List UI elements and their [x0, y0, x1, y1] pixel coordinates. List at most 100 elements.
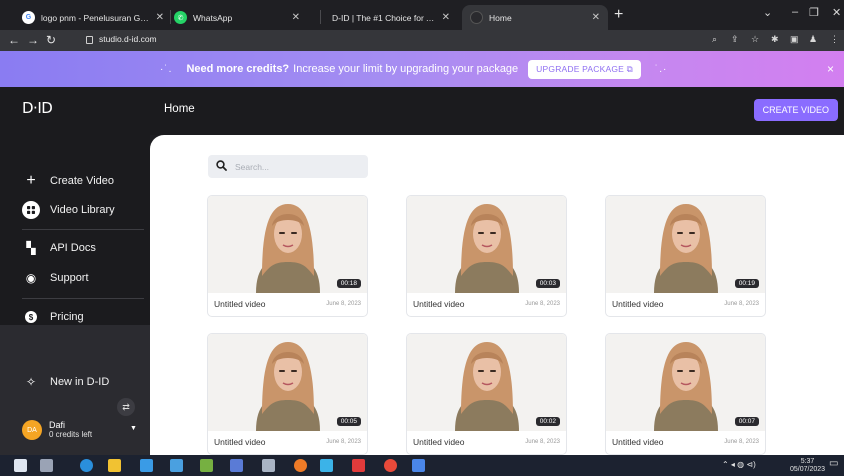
- windows-taskbar: ⌃ ◂ ◍ ⊲) 5:37 05/07/2023 ▭: [0, 455, 844, 476]
- sidebar-item-create-video[interactable]: + Create Video: [22, 172, 114, 190]
- app-icon[interactable]: [200, 459, 213, 472]
- tab-search-chevron-icon[interactable]: ⌄: [763, 6, 772, 19]
- sidebar-item-label: Support: [50, 272, 89, 284]
- bookmark-star-icon[interactable]: ☆: [751, 34, 759, 45]
- avatar: DA: [22, 420, 42, 440]
- banner-headline: Need more credits?: [186, 63, 290, 75]
- video-card[interactable]: 00:05 Untitled video June 8, 2023: [207, 333, 368, 455]
- system-tray-icons[interactable]: ⌃ ◂ ◍ ⊲): [722, 461, 756, 469]
- zoom-icon[interactable]: ⌕: [712, 34, 717, 45]
- app-icon[interactable]: [230, 459, 243, 472]
- video-thumbnail[interactable]: 00:18: [208, 196, 367, 293]
- search-box[interactable]: [208, 155, 368, 178]
- app-icon[interactable]: [412, 459, 425, 472]
- video-card[interactable]: 00:07 Untitled video June 8, 2023: [605, 333, 766, 455]
- windows-start-icon[interactable]: [14, 459, 27, 472]
- credits-left: 0 credits left: [49, 430, 93, 439]
- video-card[interactable]: 00:03 Untitled video June 8, 2023: [406, 195, 567, 317]
- chevron-down-icon[interactable]: ▼: [130, 425, 137, 432]
- close-tab-icon[interactable]: ✕: [292, 12, 300, 23]
- address-bar: ← → ↻ studio.d-id.com ⌕ ⇪ ☆ ✱ ▣ ♟ ⋮: [0, 30, 844, 51]
- share-icon[interactable]: ⇪: [731, 34, 739, 45]
- sidebar-item-label: Pricing: [50, 311, 84, 323]
- upgrade-package-button[interactable]: UPGRADE PACKAGE ⧉: [528, 59, 641, 79]
- video-thumbnail[interactable]: 00:07: [606, 334, 765, 431]
- close-window-icon[interactable]: ✕: [832, 6, 841, 19]
- sidebar-item-label: Video Library: [50, 204, 115, 216]
- sidepanel-icon[interactable]: ▣: [790, 34, 799, 45]
- d-id-logo[interactable]: D·ID: [22, 99, 53, 117]
- reload-icon[interactable]: ↻: [46, 33, 56, 47]
- browser-tab-whatsapp[interactable]: ✆ WhatsApp ✕: [166, 5, 308, 30]
- extensions-icon[interactable]: ✱: [771, 34, 779, 45]
- video-title: Untitled video: [413, 299, 465, 309]
- forward-arrow-icon[interactable]: →: [27, 33, 39, 47]
- support-icon: ◉: [25, 271, 37, 285]
- restore-icon[interactable]: ❐: [809, 6, 819, 19]
- sidebar-item-video-library[interactable]: Video Library: [22, 201, 115, 219]
- video-duration: 00:19: [734, 279, 759, 288]
- video-thumbnail[interactable]: 00:19: [606, 196, 765, 293]
- new-tab-button[interactable]: +: [614, 6, 623, 24]
- browser-tab-google[interactable]: G logo pnm - Penelusuran Google ✕: [14, 5, 172, 30]
- video-card[interactable]: 00:18 Untitled video June 8, 2023: [207, 195, 368, 317]
- mail-icon[interactable]: [140, 459, 153, 472]
- close-tab-icon[interactable]: ✕: [592, 12, 600, 23]
- profile-icon[interactable]: ♟: [809, 34, 817, 45]
- sidebar-item-new-in-d-id[interactable]: ✧ New in D-ID: [22, 375, 109, 389]
- edge-icon[interactable]: [80, 459, 93, 472]
- search-input[interactable]: [235, 161, 345, 172]
- video-title: Untitled video: [413, 437, 465, 447]
- minimize-icon[interactable]: –: [792, 6, 798, 18]
- file-explorer-icon[interactable]: [108, 459, 121, 472]
- plus-icon: +: [26, 172, 36, 189]
- app-icon[interactable]: [320, 459, 333, 472]
- video-thumbnail[interactable]: 00:05: [208, 334, 367, 431]
- back-arrow-icon[interactable]: ←: [8, 33, 20, 47]
- tab-title: D-ID | The #1 Choice for AI Gener: [332, 12, 436, 23]
- switch-account-icon[interactable]: ⇄: [117, 398, 135, 416]
- notifications-icon[interactable]: ▭: [829, 459, 838, 469]
- document-icon: ▚: [26, 241, 36, 255]
- chrome-icon[interactable]: [384, 459, 397, 472]
- video-date: June 8, 2023: [326, 439, 361, 445]
- app-header: D·ID Home CREATE VIDEO: [0, 87, 844, 135]
- sidebar-item-support[interactable]: ◉ Support: [22, 271, 89, 285]
- close-banner-icon[interactable]: ×: [827, 62, 834, 76]
- app-icon[interactable]: [262, 459, 275, 472]
- video-thumbnail[interactable]: 00:03: [407, 196, 566, 293]
- menu-dots-icon[interactable]: ⋮: [830, 34, 839, 45]
- close-tab-icon[interactable]: ✕: [442, 12, 450, 23]
- video-card[interactable]: 00:02 Untitled video June 8, 2023: [406, 333, 567, 455]
- video-thumbnail[interactable]: 00:02: [407, 334, 566, 431]
- video-date: June 8, 2023: [724, 301, 759, 307]
- clock[interactable]: 5:37 05/07/2023: [790, 458, 825, 474]
- video-duration: 00:03: [535, 279, 560, 288]
- close-tab-icon[interactable]: ✕: [156, 12, 164, 23]
- video-title: Untitled video: [214, 437, 266, 447]
- user-menu[interactable]: DA Dafi 0 credits left: [22, 420, 92, 440]
- video-title: Untitled video: [214, 299, 266, 309]
- video-title: Untitled video: [612, 299, 664, 309]
- video-duration: 00:05: [336, 417, 361, 426]
- sparkle-icon: ✧: [25, 375, 37, 389]
- firefox-icon[interactable]: [294, 459, 307, 472]
- video-date: June 8, 2023: [525, 439, 560, 445]
- sidebar-item-pricing[interactable]: $ Pricing: [22, 311, 84, 323]
- url-field[interactable]: studio.d-id.com: [86, 34, 157, 44]
- store-icon[interactable]: [170, 459, 183, 472]
- acrobat-icon[interactable]: [352, 459, 365, 472]
- dollar-icon: $: [22, 311, 40, 323]
- browser-tab-home[interactable]: Home ✕: [462, 5, 608, 30]
- sparkle-icon: ·˙.: [160, 63, 173, 75]
- sidebar-item-api-docs[interactable]: ▚ API Docs: [22, 241, 95, 255]
- create-video-button[interactable]: CREATE VIDEO: [753, 99, 838, 121]
- video-card[interactable]: 00:19 Untitled video June 8, 2023: [605, 195, 766, 317]
- browser-tab-d-id[interactable]: D-ID | The #1 Choice for AI Gener ✕: [324, 5, 458, 30]
- browser-tab-strip: G logo pnm - Penelusuran Google ✕ ✆ What…: [0, 0, 844, 30]
- video-date: June 8, 2023: [326, 301, 361, 307]
- grid-icon: [22, 201, 40, 219]
- video-duration: 00:18: [336, 279, 361, 288]
- task-view-icon[interactable]: [40, 459, 53, 472]
- search-icon: [216, 159, 227, 174]
